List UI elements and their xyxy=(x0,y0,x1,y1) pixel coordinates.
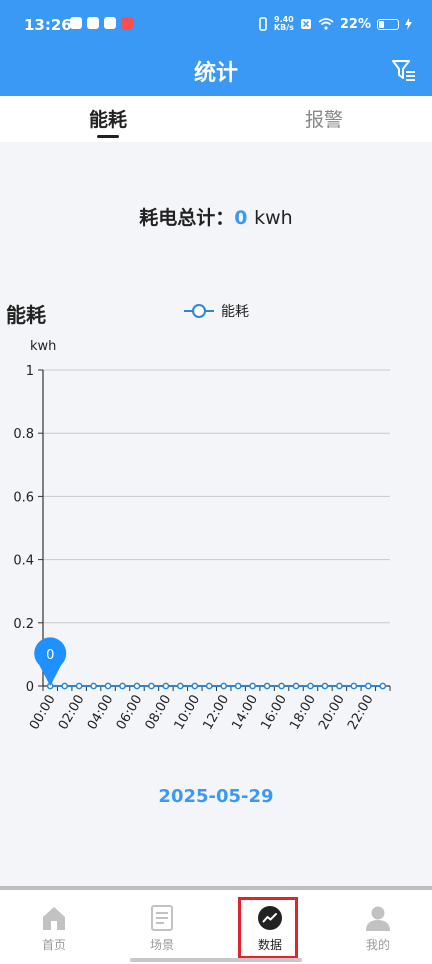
data-point[interactable] xyxy=(119,682,126,690)
user-icon xyxy=(366,906,390,931)
status-right: 9.40 KB/s 22% xyxy=(258,16,412,32)
data-point[interactable] xyxy=(205,682,213,690)
data-point[interactable] xyxy=(61,682,69,690)
net-speed-unit: KB/s xyxy=(273,23,294,32)
data-point[interactable] xyxy=(263,682,271,690)
data-point[interactable] xyxy=(234,682,242,690)
data-point[interactable] xyxy=(249,682,256,690)
vibrate-icon xyxy=(259,17,267,31)
tab-active-indicator xyxy=(97,135,119,138)
chart-legend[interactable]: 能耗 xyxy=(184,304,249,320)
net-speed: 9.40 KB/s xyxy=(274,16,294,32)
tabbar-label-home: 首页 xyxy=(41,938,66,952)
energy-total-label: 耗电总计： xyxy=(139,207,235,229)
data-point[interactable] xyxy=(336,682,343,690)
legend-label: 能耗 xyxy=(221,304,249,320)
data-point[interactable] xyxy=(133,682,141,690)
x-tick-label: 14:00 xyxy=(229,693,261,733)
chart-title: 能耗 xyxy=(6,303,46,327)
home-indicator[interactable] xyxy=(130,958,302,962)
data-point[interactable] xyxy=(220,682,228,690)
tab-alarm[interactable]: 报警 xyxy=(216,96,432,142)
tab-bar: 能耗 报警 xyxy=(0,96,432,142)
app-header: 13:26 9.40 KB/s 22% 统计 xyxy=(0,0,432,96)
y-tick-label: 0.8 xyxy=(13,427,34,442)
app-notification-icon xyxy=(104,17,116,29)
legend-marker xyxy=(192,304,206,318)
x-tick-label: 18:00 xyxy=(287,693,319,733)
data-point[interactable] xyxy=(321,682,329,690)
energy-line-chart[interactable]: 能耗 能耗 kwh 0 0.2 0.4 0.6 0.8 1 00:0002:0004:00… xyxy=(0,290,432,760)
data-point[interactable] xyxy=(379,682,387,690)
energy-total: 耗电总计：0 kwh xyxy=(0,203,432,230)
tabbar-item-home[interactable]: 首页 xyxy=(0,904,108,953)
x-tick-label: 04:00 xyxy=(85,693,117,733)
tabbar-label-scene: 场景 xyxy=(149,938,174,952)
data-point[interactable] xyxy=(191,682,199,690)
x-tick-label: 06:00 xyxy=(114,693,146,733)
document-icon xyxy=(151,905,173,931)
sim-off-icon xyxy=(300,19,311,29)
energy-total-unit: kwh xyxy=(254,207,293,229)
battery-percent: 22% xyxy=(339,16,371,32)
y-tick-label: 0 xyxy=(26,680,34,695)
status-app-icons xyxy=(70,17,133,29)
data-point[interactable] xyxy=(364,682,372,690)
app-notification-icon xyxy=(121,17,133,29)
y-tick-label: 1 xyxy=(26,364,34,379)
x-tick-label: 16:00 xyxy=(258,693,290,733)
data-point[interactable] xyxy=(104,682,112,690)
wifi-icon xyxy=(318,18,334,30)
data-point[interactable] xyxy=(292,682,300,690)
bottom-tab-bar: 首页 场景 数据 我的 xyxy=(0,886,432,964)
chart-date[interactable]: 2025-05-29 xyxy=(0,786,432,807)
data-point[interactable] xyxy=(307,682,314,690)
x-tick-label: 12:00 xyxy=(200,693,232,733)
app-notification-icon xyxy=(70,17,82,29)
highlight-annotation xyxy=(238,897,298,959)
x-tick-label: 00:00 xyxy=(27,693,59,733)
x-tick-label: 10:00 xyxy=(172,693,204,733)
tabbar-item-mine[interactable]: 我的 xyxy=(324,904,432,953)
data-marker-label: 0 xyxy=(46,648,54,663)
x-tick-label: 20:00 xyxy=(316,693,348,733)
data-point[interactable] xyxy=(162,682,170,690)
tabbar-item-scene[interactable]: 场景 xyxy=(108,904,216,953)
x-tick-label: 22:00 xyxy=(345,693,377,733)
status-time: 13:26 xyxy=(24,16,72,34)
data-point[interactable] xyxy=(278,682,285,690)
filter-icon[interactable] xyxy=(390,56,418,84)
data-point[interactable] xyxy=(90,682,97,690)
data-point[interactable] xyxy=(75,682,83,690)
energy-total-value: 0 xyxy=(234,207,248,229)
data-point[interactable] xyxy=(350,682,358,690)
data-point[interactable] xyxy=(148,682,155,690)
tiktok-icon xyxy=(87,17,99,29)
charging-icon xyxy=(405,18,412,30)
y-tick-label: 0.6 xyxy=(13,490,34,505)
y-axis-label: kwh xyxy=(30,339,56,354)
x-tick-label: 08:00 xyxy=(143,693,175,733)
data-point[interactable] xyxy=(177,682,184,690)
page-title: 统计 xyxy=(193,61,238,86)
battery-icon xyxy=(377,18,399,30)
home-icon xyxy=(43,907,65,930)
tabbar-label-mine: 我的 xyxy=(365,938,390,952)
status-bar: 13:26 9.40 KB/s 22% xyxy=(0,0,432,50)
y-tick-label: 0.4 xyxy=(13,554,34,569)
y-tick-label: 0.2 xyxy=(13,617,34,632)
x-tick-label: 02:00 xyxy=(56,693,88,733)
